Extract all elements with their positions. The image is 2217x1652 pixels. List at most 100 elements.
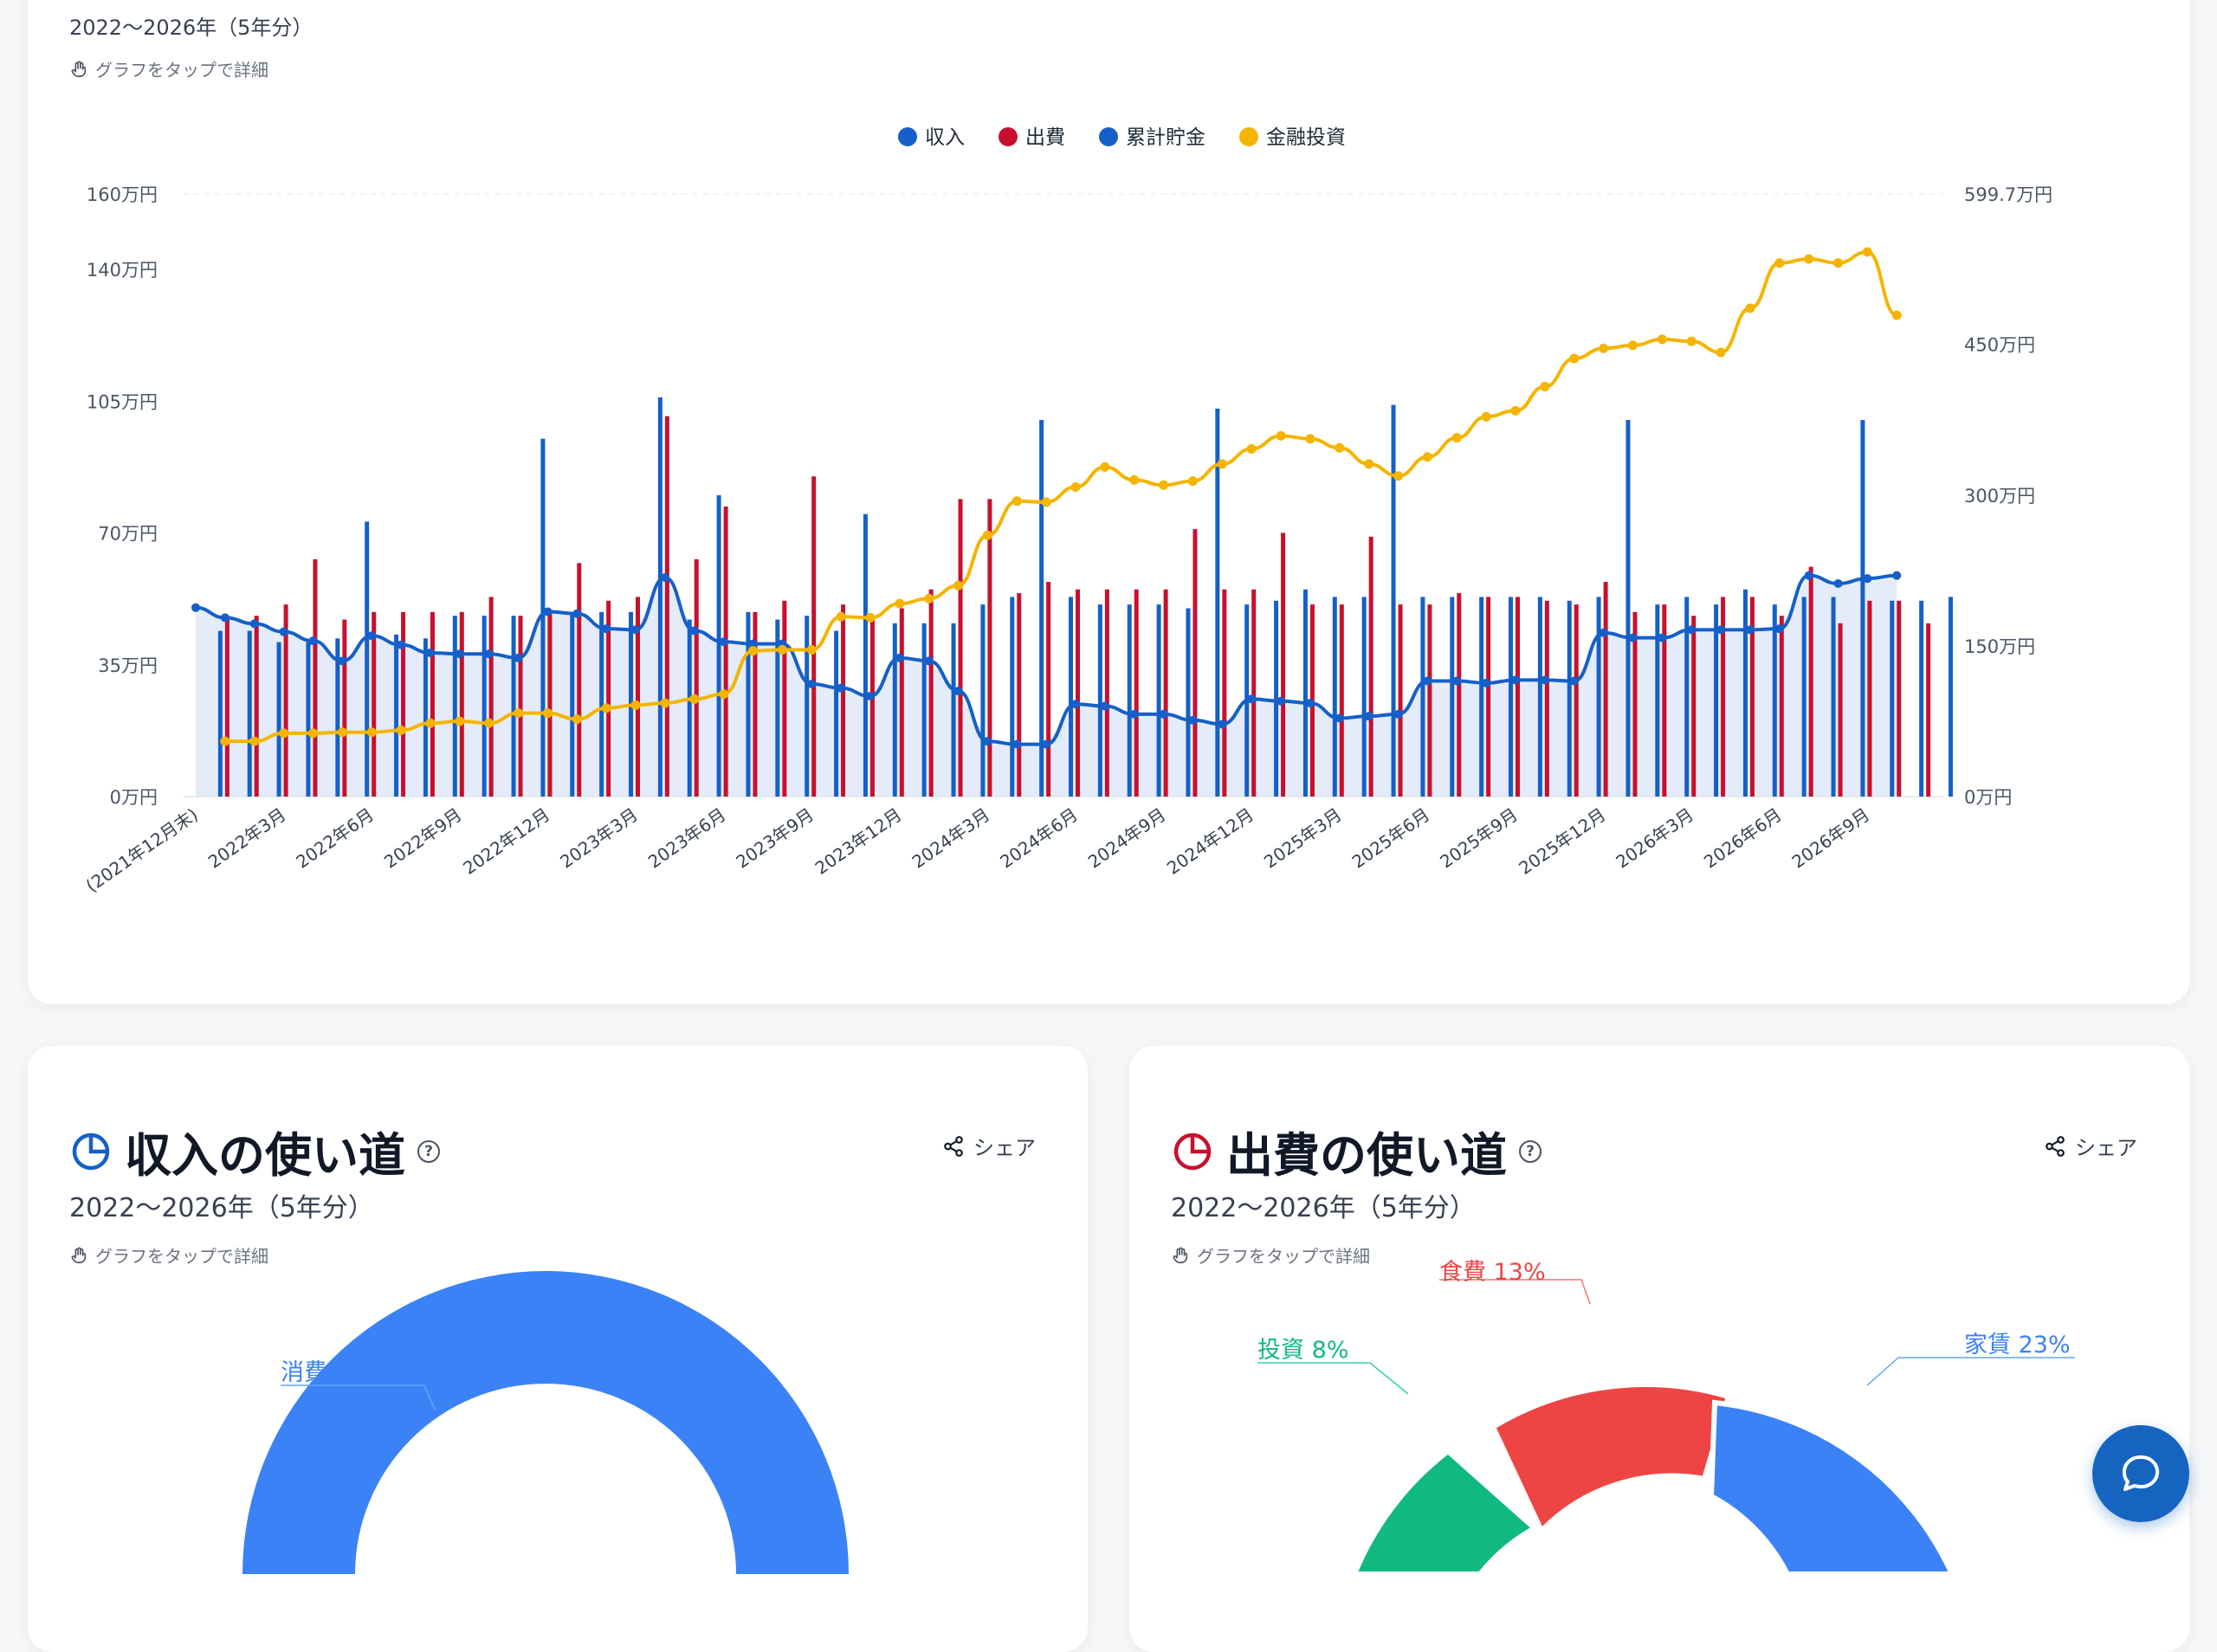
income-bar (1156, 604, 1161, 797)
income-bar (1714, 604, 1719, 797)
expense-bar (1486, 597, 1491, 797)
investment-point (1774, 258, 1785, 268)
expense-bar (1516, 597, 1520, 797)
investment-point (1070, 482, 1081, 493)
income-bar (1801, 597, 1807, 797)
investment-point (895, 598, 905, 609)
income-bar (276, 642, 281, 797)
x-tick-label: 2025年6月 (1348, 803, 1434, 872)
expense-bar (899, 608, 904, 797)
x-tick-label: 2025年12月 (1515, 803, 1609, 878)
investment-point (1540, 381, 1550, 391)
savings-point (1774, 624, 1784, 634)
investment-point (1041, 497, 1051, 507)
investment-point (1451, 433, 1462, 443)
expense-bar (958, 499, 963, 797)
expense-bar (577, 563, 582, 797)
label-invest: 投資 8% (1257, 1337, 1348, 1364)
legend-label: 出費 (1025, 126, 1065, 149)
legend-marker (999, 127, 1018, 146)
slice-food[interactable] (1490, 1382, 1732, 1536)
label-consumption: 消費 62% (281, 1359, 387, 1386)
income-bar (863, 513, 868, 797)
income-bar (1742, 589, 1748, 797)
savings-point (308, 636, 318, 646)
income-bar (716, 495, 721, 797)
expense-bar (1104, 589, 1109, 797)
expense-bar (1193, 529, 1198, 797)
income-bar (247, 630, 252, 797)
income-bar (657, 397, 663, 797)
investment-point (953, 580, 964, 590)
savings-point (1628, 633, 1638, 642)
income-bar (1567, 600, 1572, 797)
savings-point (1305, 699, 1315, 708)
expense-usage-card: 出費の使い道 ? シェア 2022〜2026年（5年分） グラフをタップで詳細 … (1129, 1046, 2189, 1652)
savings-point (719, 637, 728, 647)
income-bar (892, 623, 897, 797)
expense-bar (723, 507, 728, 797)
income-donut-chart[interactable]: 消費 62% (28, 1046, 1088, 1652)
income-bar (1186, 608, 1191, 797)
chat-button[interactable] (2092, 1425, 2189, 1522)
savings-point (1364, 712, 1374, 721)
income-bar (1626, 420, 1631, 797)
cashflow-chart-card: 2022〜2026年（5年分） グラフをタップで詳細 0万円 35万円 70万円 10… (28, 0, 2189, 1004)
savings-point (514, 653, 523, 662)
investment-point (1686, 336, 1697, 346)
expense-bar (1368, 536, 1374, 797)
investment-point (1100, 461, 1110, 472)
x-tick-label: 2022年6月 (292, 803, 378, 872)
savings-point (924, 656, 934, 666)
savings-point (1452, 676, 1462, 686)
expense-bar (1691, 616, 1697, 797)
expense-bar (1134, 589, 1139, 797)
expense-bar (1457, 593, 1462, 797)
y-left-tick: 160万円 (87, 184, 158, 205)
savings-point (1218, 720, 1227, 729)
x-tick-label: 2026年6月 (1700, 803, 1786, 872)
income-bar (687, 619, 692, 797)
slice-rent[interactable] (1708, 1399, 1956, 1577)
investment-point (279, 728, 289, 739)
income-bar (1537, 597, 1542, 797)
expense-bar (694, 558, 699, 797)
income-bar (1919, 600, 1924, 797)
income-bar (1890, 600, 1895, 797)
investment-point (1745, 303, 1755, 313)
savings-point (367, 631, 377, 641)
y-left-tick: 70万円 (98, 524, 158, 545)
investment-point (484, 718, 494, 728)
savings-point (865, 691, 875, 700)
expense-bar (1662, 604, 1667, 797)
savings-point (807, 680, 817, 689)
expense-bar (1926, 623, 1931, 797)
x-tick-label: 2023年9月 (732, 803, 818, 872)
savings-point (1335, 713, 1344, 723)
slice-consumption[interactable] (242, 1271, 849, 1574)
x-tick-label: 2026年9月 (1788, 803, 1874, 872)
expense-bar (928, 589, 934, 797)
income-bar (1509, 597, 1513, 797)
savings-point (1540, 675, 1549, 685)
y-left-tick: 140万円 (87, 260, 158, 281)
income-bar (980, 604, 986, 797)
slice-invest[interactable] (1350, 1448, 1540, 1577)
expense-donut-chart[interactable]: 食費 13% 家賃 23% 投資 8% (1129, 1046, 2189, 1652)
y-right-tick: 300万円 (1964, 486, 2035, 507)
income-bar (1332, 597, 1337, 797)
cashflow-combo-chart[interactable]: 0万円 35万円 70万円 105万円 140万円 160万円 0万円 150万円 300万円 4… (28, 0, 2189, 1004)
legend-marker (898, 127, 917, 146)
investment-point (249, 736, 260, 746)
legend-marker (1239, 127, 1258, 146)
savings-point (1569, 676, 1579, 686)
investment-point (1217, 459, 1227, 469)
income-bar (1361, 597, 1367, 797)
x-tick-label: 2023年6月 (644, 803, 730, 872)
expense-bar (811, 476, 817, 797)
label-rent: 家賃 23% (1964, 1332, 2071, 1358)
expense-bar (841, 604, 846, 797)
savings-point (1599, 628, 1608, 637)
investment-point (542, 708, 553, 719)
investment-point (220, 736, 230, 746)
